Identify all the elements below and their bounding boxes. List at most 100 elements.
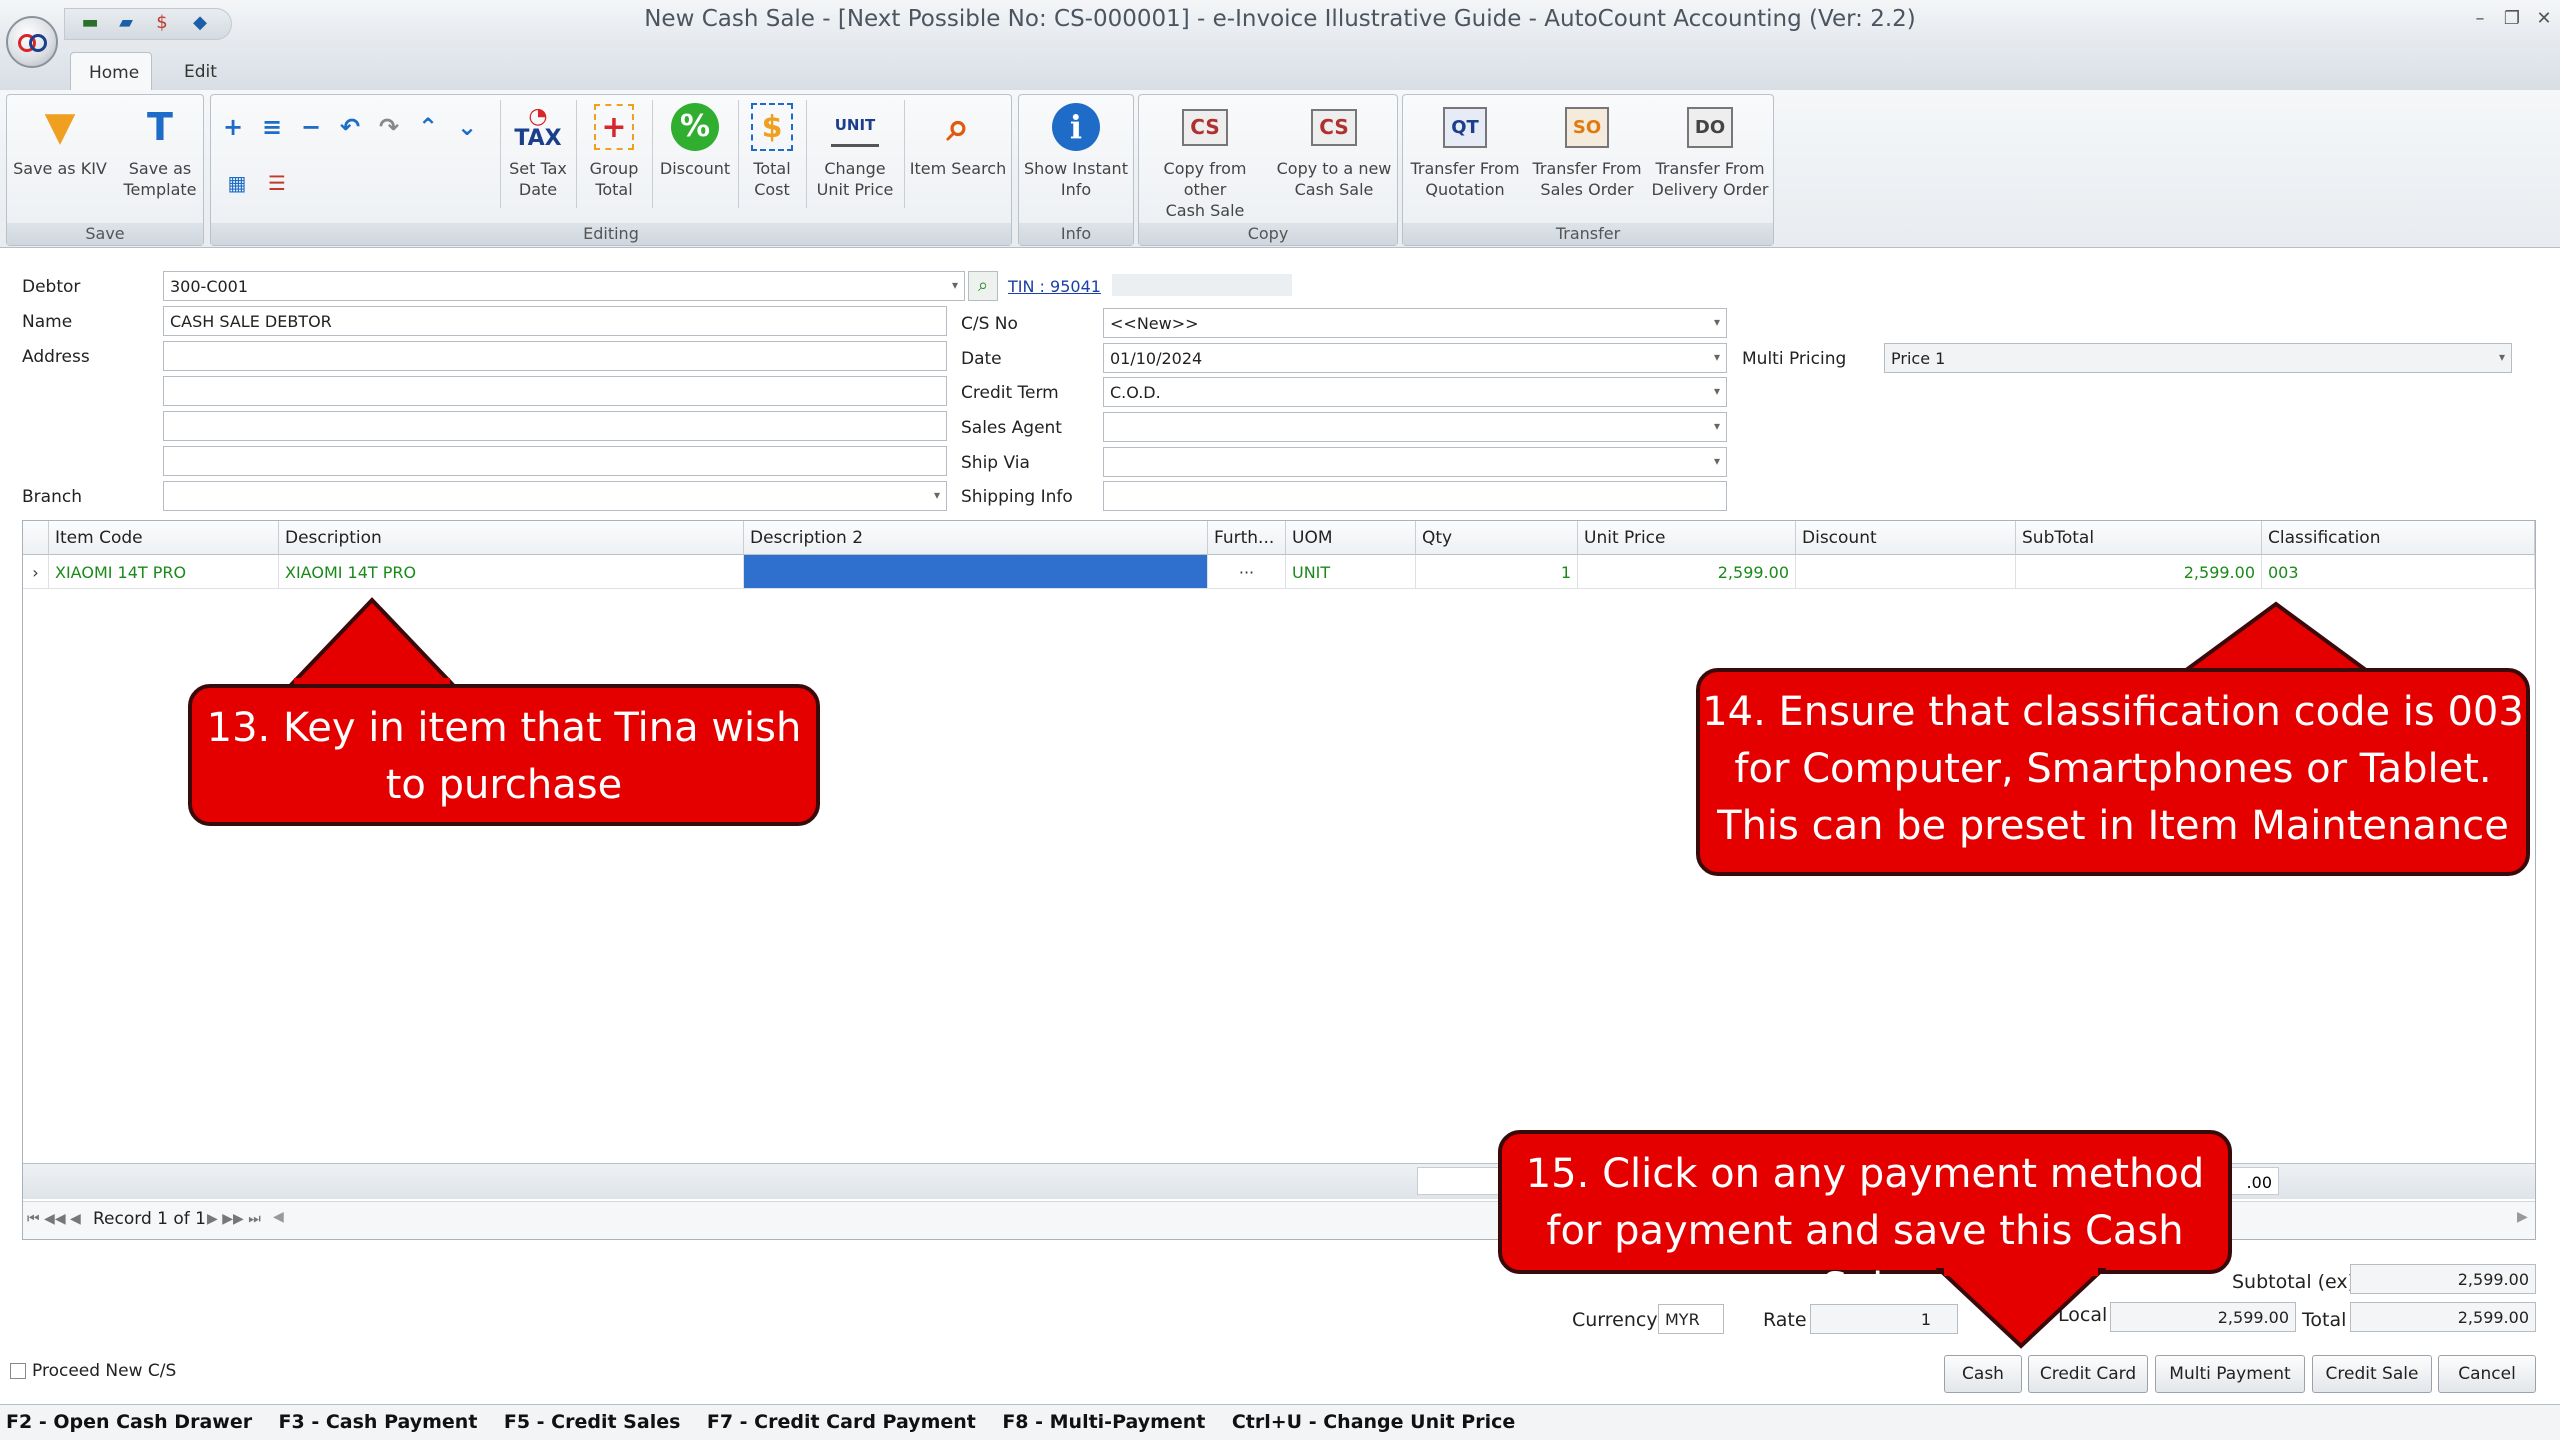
copy-from-label-2: Cash Sale xyxy=(1165,201,1245,220)
multi-pricing-field[interactable]: Price 1 xyxy=(1884,343,2512,373)
undo-icon[interactable]: ↶ xyxy=(335,112,365,142)
cell-description[interactable]: XIAOMI 14T PRO xyxy=(279,555,744,589)
nav-first-prev-icons[interactable]: ⏮ ◀◀ ◀ xyxy=(27,1211,81,1227)
debtor-field[interactable]: 300-C001 xyxy=(163,271,965,301)
cell-item-code[interactable]: XIAOMI 14T PRO xyxy=(49,555,279,589)
item-search-label: Item Search xyxy=(909,159,1007,178)
callout-14-line-2: for Computer, Smartphones or Tablet. xyxy=(1734,746,2492,792)
nav-next-last-icons[interactable]: ▶ ▶▶ ⏭ xyxy=(207,1211,261,1227)
cell-classification[interactable]: 003 xyxy=(2262,555,2535,589)
cell-description-2[interactable] xyxy=(744,555,1208,589)
add-row-icon[interactable]: + xyxy=(218,112,248,142)
col-further[interactable]: Furth... xyxy=(1208,521,1286,555)
col-discount[interactable]: Discount xyxy=(1796,521,2016,555)
select-icon[interactable]: ▦ xyxy=(222,168,252,198)
callout-14-pointer xyxy=(2176,601,2376,676)
callout-14-line-1: 14. Ensure that classification code is 0… xyxy=(1702,689,2524,735)
ship-via-field[interactable] xyxy=(1103,447,1727,477)
address-line-4[interactable] xyxy=(163,446,947,476)
group-label-copy: Copy xyxy=(1139,223,1397,245)
qt-icon-text: QT xyxy=(1443,106,1487,148)
name-field[interactable]: CASH SALE DEBTOR xyxy=(163,306,947,336)
cs-no-field[interactable]: <<New>> xyxy=(1103,308,1727,338)
proceed-new-label: Proceed New C/S xyxy=(32,1361,177,1381)
cell-further-button[interactable]: ··· xyxy=(1208,555,1286,589)
multi-payment-button[interactable]: Multi Payment xyxy=(2155,1355,2305,1393)
col-uom[interactable]: UOM xyxy=(1286,521,1416,555)
copy-to-label-1: Copy to a new xyxy=(1276,159,1392,178)
group-label-save: Save xyxy=(7,223,203,245)
col-description[interactable]: Description xyxy=(279,521,744,555)
address-line-1[interactable] xyxy=(163,341,947,371)
transfer-from-delivery-order-button[interactable]: DO Transfer From Delivery Order xyxy=(1648,100,1772,200)
close-icon[interactable]: ✕ xyxy=(2532,8,2556,29)
insert-row-icon[interactable]: ≡ xyxy=(257,112,287,142)
change-unit-price-button[interactable]: UNIT Change Unit Price xyxy=(810,100,900,200)
show-info-label-2: Info xyxy=(1060,180,1092,199)
group-total-button[interactable]: + Group Total xyxy=(580,100,648,200)
cs-no-label: C/S No xyxy=(961,314,1018,334)
scroll-left-icon[interactable]: ◀ xyxy=(273,1209,284,1225)
address-line-2[interactable] xyxy=(163,376,947,406)
item-search-button[interactable]: ⌕ Item Search xyxy=(906,100,1010,179)
percent-icon: % xyxy=(670,100,720,154)
save-as-template-button[interactable]: T Save as Template xyxy=(112,100,208,200)
cell-subtotal[interactable]: 2,599.00 xyxy=(2016,555,2262,589)
cell-qty[interactable]: 1 xyxy=(1416,555,1578,589)
editing-small-toolbar: + ≡ − ↶ ↷ ⌃ ⌄ xyxy=(218,112,482,142)
total-cost-button[interactable]: $ Total Cost xyxy=(742,100,802,200)
show-instant-info-button[interactable]: i Show Instant Info xyxy=(1020,100,1132,200)
save-as-kiv-button[interactable]: ▼ Save as KIV xyxy=(10,100,110,179)
copy-from-other-cash-sale-button[interactable]: CS Copy from other Cash Sale xyxy=(1140,100,1270,221)
callout-13-text: 13. Key in item that Tina wish to purcha… xyxy=(206,705,802,808)
date-label: Date xyxy=(961,349,1002,369)
cancel-button[interactable]: Cancel xyxy=(2438,1355,2536,1393)
credit-term-field[interactable]: C.O.D. xyxy=(1103,377,1727,407)
debtor-lookup-icon[interactable]: ⌕ xyxy=(968,271,998,301)
tab-edit[interactable]: Edit xyxy=(166,52,236,90)
tax-icon-text: TAX xyxy=(514,125,562,151)
tf-do-label-1: Transfer From xyxy=(1655,159,1765,178)
col-qty[interactable]: Qty xyxy=(1416,521,1578,555)
date-field[interactable]: 01/10/2024 xyxy=(1103,343,1727,373)
shipping-info-field[interactable] xyxy=(1103,481,1727,511)
scroll-right-icon[interactable]: ▶ xyxy=(2517,1209,2528,1225)
tin-link[interactable]: TIN : 95041 xyxy=(1008,277,1101,296)
callout-13: 13. Key in item that Tina wish to purcha… xyxy=(188,684,820,826)
col-description-2[interactable]: Description 2 xyxy=(744,521,1208,555)
credit-sale-button[interactable]: Credit Sale xyxy=(2312,1355,2432,1393)
list-icon[interactable]: ☰ xyxy=(262,168,292,198)
cell-unit-price[interactable]: 2,599.00 xyxy=(1578,555,1796,589)
credit-card-button[interactable]: Credit Card xyxy=(2028,1355,2148,1393)
restore-icon[interactable]: ❐ xyxy=(2500,8,2524,29)
col-subtotal[interactable]: SubTotal xyxy=(2016,521,2262,555)
sales-agent-field[interactable] xyxy=(1103,412,1727,442)
move-down-icon[interactable]: ⌄ xyxy=(452,112,482,142)
col-item-code[interactable]: Item Code xyxy=(49,521,279,555)
cell-discount[interactable] xyxy=(1796,555,2016,589)
discount-button[interactable]: % Discount xyxy=(656,100,734,179)
delete-row-icon[interactable]: − xyxy=(296,112,326,142)
transfer-from-sales-order-button[interactable]: SO Transfer From Sales Order xyxy=(1526,100,1648,200)
proceed-new-checkbox[interactable] xyxy=(10,1363,26,1379)
so-icon-text: SO xyxy=(1564,106,1610,148)
move-up-icon[interactable]: ⌃ xyxy=(413,112,443,142)
col-unit-price[interactable]: Unit Price xyxy=(1578,521,1796,555)
cell-uom[interactable]: UNIT xyxy=(1286,555,1416,589)
total-label: Total xyxy=(2302,1309,2347,1331)
group-label-info: Info xyxy=(1019,223,1133,245)
callout-15-line-2: for payment and save this Cash Sale xyxy=(1546,1208,2184,1311)
redo-icon[interactable]: ↷ xyxy=(374,112,404,142)
tab-home[interactable]: Home xyxy=(70,52,152,90)
address-line-3[interactable] xyxy=(163,411,947,441)
tax-clock-icon: ◔ TAX xyxy=(514,103,562,151)
cash-button[interactable]: Cash xyxy=(1944,1355,2022,1393)
branch-field[interactable] xyxy=(163,481,947,511)
app-logo[interactable] xyxy=(6,16,58,68)
transfer-from-quotation-button[interactable]: QT Transfer From Quotation xyxy=(1404,100,1526,200)
minimize-icon[interactable]: – xyxy=(2468,8,2492,29)
col-classification[interactable]: Classification xyxy=(2262,521,2535,555)
set-tax-date-button[interactable]: ◔ TAX Set Tax Date xyxy=(504,100,572,200)
tf-do-label-2: Delivery Order xyxy=(1651,180,1769,199)
copy-to-new-cash-sale-button[interactable]: CS Copy to a new Cash Sale xyxy=(1272,100,1396,200)
